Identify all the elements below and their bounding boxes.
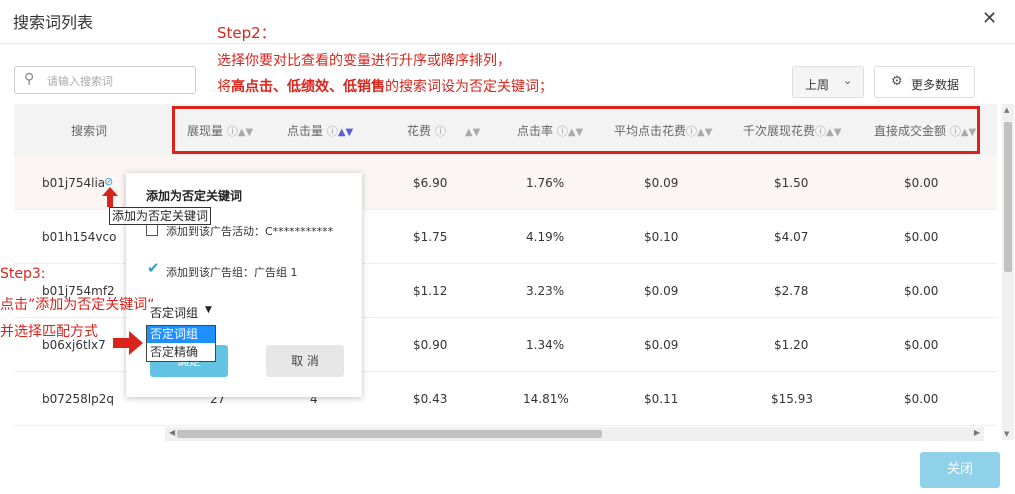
chevron-down-icon: ⌄ xyxy=(843,74,853,87)
search-input[interactable]: ⚲ 请输入搜索词 xyxy=(14,66,196,94)
header-divider xyxy=(0,43,1015,44)
scroll-left-icon[interactable]: ◀ xyxy=(169,428,175,437)
adgroup-option-label: 添加到该广告组：广告组 1 xyxy=(166,266,298,279)
search-icon: ⚲ xyxy=(24,71,35,87)
cell-cost: $1.12 xyxy=(413,284,448,298)
match-type-options: 否定词组 否定精确 xyxy=(146,325,216,362)
cell-sales: $0.00 xyxy=(904,176,939,190)
cell-ctr: 1.34% xyxy=(526,338,565,352)
col-header-term: 搜索词 xyxy=(71,124,108,138)
cell-sales: $0.00 xyxy=(904,230,939,244)
more-data-button[interactable]: ⚙ 更多数据 xyxy=(874,66,975,98)
cell-cpc: $0.11 xyxy=(644,392,679,406)
match-type-select[interactable]: 否定词组 ▼ xyxy=(146,302,216,322)
cell-sales: $0.00 xyxy=(904,284,939,298)
cell-cpm: $1.20 xyxy=(774,338,809,352)
cell-cost: $1.75 xyxy=(413,230,448,244)
add-negative-tooltip: 添加为否定关键词 xyxy=(109,207,212,225)
search-placeholder: 请输入搜索词 xyxy=(47,75,113,88)
cell-cpc: $0.10 xyxy=(644,230,679,244)
cell-cpm: $2.78 xyxy=(774,284,809,298)
scroll-thumb[interactable] xyxy=(1004,122,1012,272)
vertical-scrollbar[interactable]: ▲ ▼ xyxy=(1002,104,1014,440)
close-button[interactable]: 关闭 xyxy=(920,452,1000,488)
match-option-phrase[interactable]: 否定词组 xyxy=(147,326,215,343)
cell-ctr: 3.23% xyxy=(526,284,565,298)
sort-columns-highlight xyxy=(172,106,980,154)
cell-cost: $0.90 xyxy=(413,338,448,352)
cell-cpc: $0.09 xyxy=(644,284,679,298)
cell-sales: $0.00 xyxy=(904,392,939,406)
close-icon[interactable]: ✕ xyxy=(982,8,997,29)
step2-line2: 将高点击、低绩效、低销售的搜索词设为否定关键词； xyxy=(217,79,553,95)
campaign-checkbox[interactable] xyxy=(146,224,158,236)
scroll-right-icon[interactable]: ▶ xyxy=(974,428,980,437)
cell-ctr: 14.81% xyxy=(523,392,569,406)
dropdown-arrow-icon: ▼ xyxy=(205,305,212,315)
adgroup-checkbox[interactable]: ✔ xyxy=(147,261,160,276)
scroll-down-icon[interactable]: ▼ xyxy=(1004,430,1009,438)
red-up-arrow xyxy=(102,187,118,207)
cell-term: b01h154vco xyxy=(42,230,117,244)
campaign-option-label: 添加到该广告活动：C*********** xyxy=(166,225,334,238)
cell-term: b01j754lia xyxy=(42,176,106,190)
cell-cpc: $0.09 xyxy=(644,338,679,352)
step3-title: Step3: xyxy=(0,266,46,282)
match-type-value: 否定词组 xyxy=(150,306,199,320)
red-right-arrow xyxy=(113,331,143,355)
scroll-thumb[interactable] xyxy=(177,430,602,438)
step3-line2: 并选择匹配方式 xyxy=(0,324,98,340)
dialog-title: 搜索词列表 xyxy=(13,13,94,32)
cell-sales: $0.00 xyxy=(904,338,939,352)
cell-ctr: 1.76% xyxy=(526,176,565,190)
more-data-label: 更多数据 xyxy=(911,78,960,92)
cell-cost: $0.43 xyxy=(413,392,448,406)
step2-line1: 选择你要对比查看的变量进行升序或降序排列， xyxy=(217,53,511,69)
cell-cpc: $0.09 xyxy=(644,176,679,190)
cell-cpm: $15.93 xyxy=(771,392,813,406)
step2-title: Step2： xyxy=(217,24,276,42)
scroll-up-icon[interactable]: ▲ xyxy=(1004,106,1009,114)
period-label: 上周 xyxy=(805,78,830,92)
cell-cpm: $1.50 xyxy=(774,176,809,190)
match-option-exact[interactable]: 否定精确 xyxy=(147,344,215,361)
cell-ctr: 4.19% xyxy=(526,230,565,244)
horizontal-scrollbar[interactable]: ◀ ▶ xyxy=(165,427,984,441)
cell-cost: $6.90 xyxy=(413,176,448,190)
cell-cpm: $4.07 xyxy=(774,230,809,244)
step3-line1: 点击”添加为否定关键词“ xyxy=(0,297,155,313)
cell-term: b07258lp2q xyxy=(42,392,114,406)
gear-icon: ⚙ xyxy=(891,74,903,89)
cancel-button[interactable]: 取 消 xyxy=(266,345,344,377)
popup-title: 添加为否定关键词 xyxy=(146,189,243,203)
period-select[interactable]: 上周 ⌄ xyxy=(792,66,864,98)
